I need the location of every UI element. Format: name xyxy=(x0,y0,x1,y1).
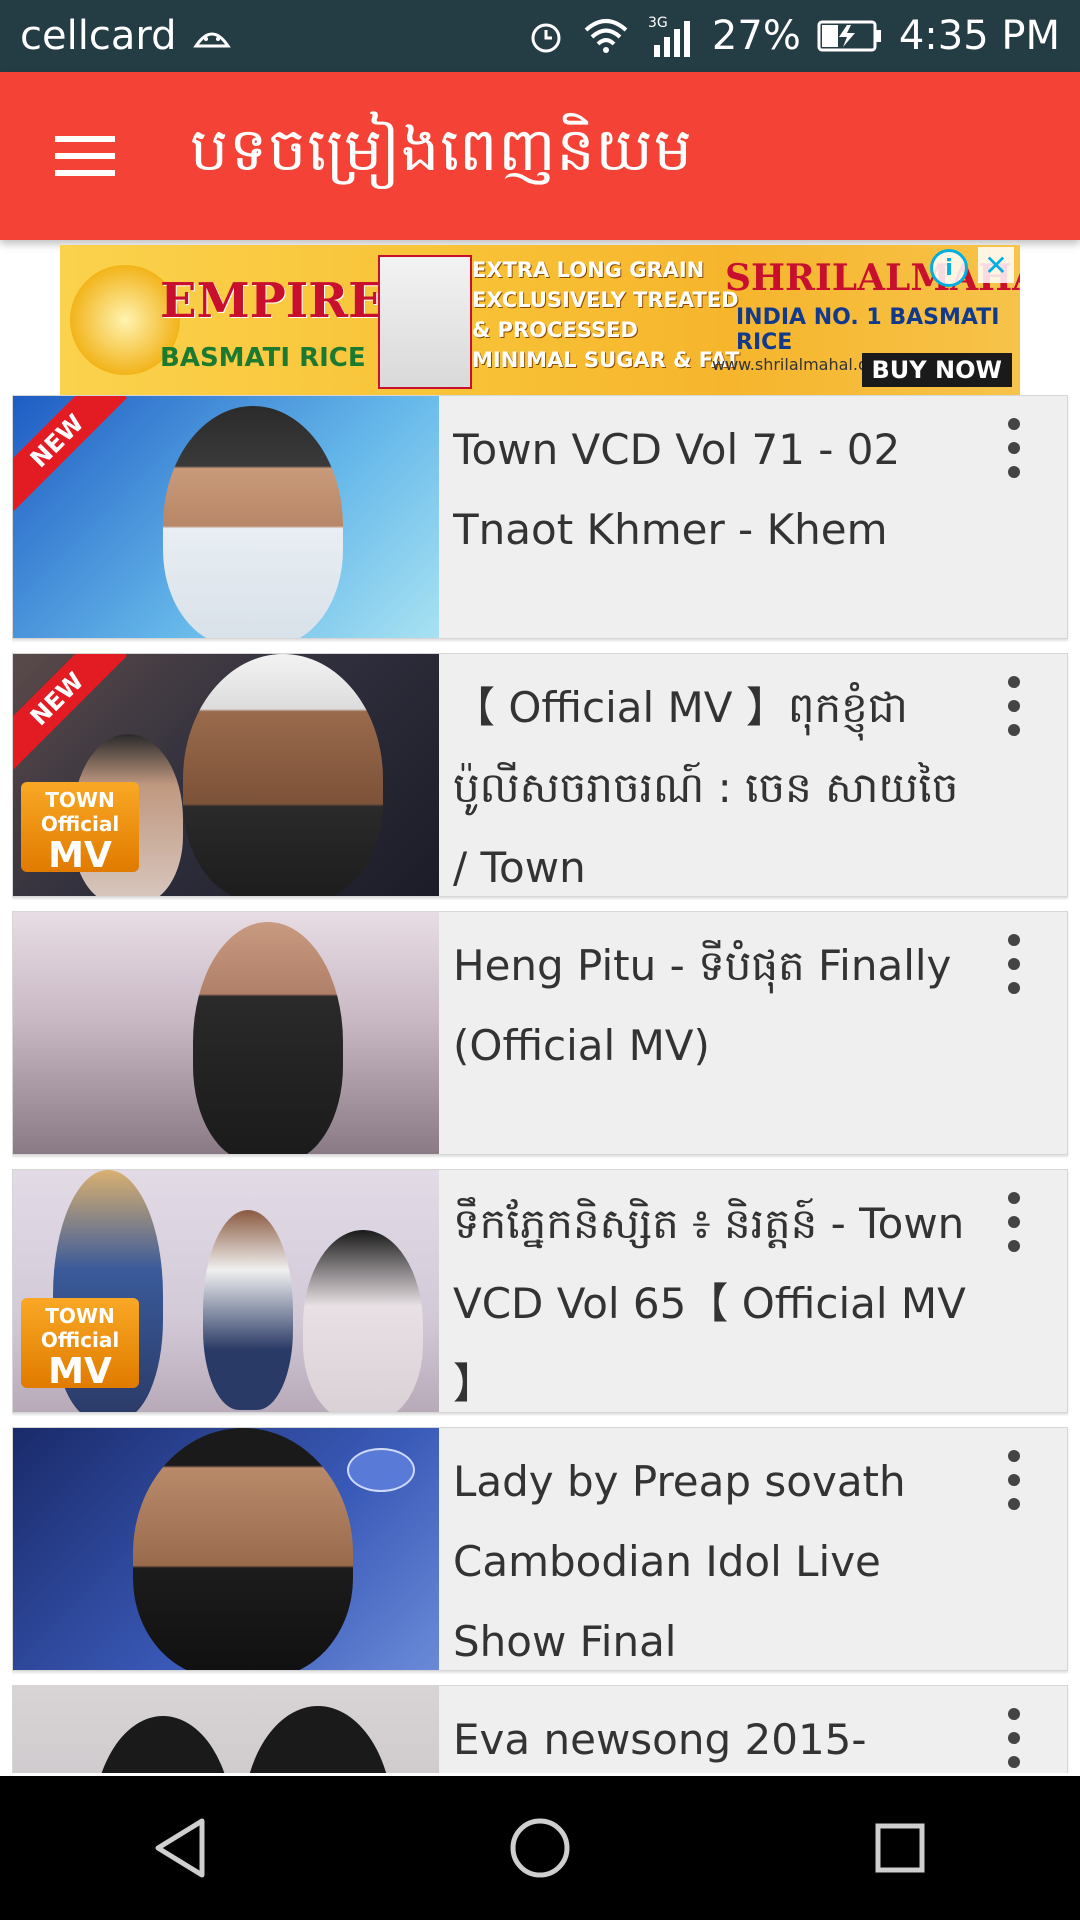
mv-badge-mid: Official xyxy=(40,1328,120,1352)
cambodian-idol-logo xyxy=(347,1448,415,1492)
back-triangle-icon xyxy=(155,1818,205,1878)
actor-figure xyxy=(303,1230,423,1412)
actor-figure xyxy=(203,1210,293,1410)
app-bar: បទចម្រៀងពេញនិយម xyxy=(0,72,1080,240)
battery-percent: 27% xyxy=(711,13,801,59)
home-button[interactable] xyxy=(480,1788,600,1908)
singer-figure xyxy=(193,922,343,1154)
town-mv-badge: TOWN Official MV xyxy=(21,1298,139,1392)
alarm-icon xyxy=(526,16,566,56)
ad-brand-right: SHRILALMAHAL xyxy=(725,257,1020,299)
video-item[interactable]: Heng Pitu - ទីបំផុត Finally (Official MV… xyxy=(12,911,1068,1155)
ad-close-icon[interactable]: ✕ xyxy=(978,247,1014,283)
ad-point: MINIMAL SUGAR & FAT xyxy=(472,348,740,372)
singer-figure xyxy=(163,406,343,638)
video-item[interactable]: Eva newsong 2015- xyxy=(12,1685,1068,1773)
system-nav-bar xyxy=(0,1776,1080,1920)
video-thumbnail[interactable] xyxy=(13,1428,439,1670)
more-options-icon[interactable] xyxy=(999,934,1029,994)
wifi-icon xyxy=(582,16,630,56)
more-options-icon[interactable] xyxy=(999,1450,1029,1510)
video-title[interactable]: Lady by Preap sovath Cambodian Idol Live… xyxy=(453,1442,983,1682)
status-bar: cellcard 3G 27% 4:35 PM xyxy=(0,0,1080,72)
more-options-icon[interactable] xyxy=(999,1708,1029,1768)
actor-figure xyxy=(183,654,383,896)
video-title[interactable]: Heng Pitu - ទីបំផុត Finally (Official MV… xyxy=(453,926,983,1086)
home-circle-icon xyxy=(510,1818,570,1878)
battery-charging-icon xyxy=(817,19,883,53)
video-item[interactable]: NEW Town VCD Vol 71 - 02 Tnaot Khmer - K… xyxy=(12,395,1068,639)
back-button[interactable] xyxy=(120,1788,240,1908)
more-options-icon[interactable] xyxy=(999,1192,1029,1252)
mv-badge-big: MV xyxy=(48,835,112,876)
town-mv-badge: TOWN Official MV xyxy=(21,782,139,876)
ad-brand-left-sub: BASMATI RICE xyxy=(160,343,366,373)
clock: 4:35 PM xyxy=(898,13,1060,59)
actor-figure xyxy=(93,1716,233,1773)
video-title[interactable]: Eva newsong 2015- xyxy=(453,1700,983,1773)
video-title[interactable]: 【 Official MV 】ពុកខ្ញុំជាប៉ូលីសចរាចរណ៍ :… xyxy=(453,668,983,908)
recents-button[interactable] xyxy=(840,1788,960,1908)
mv-badge-mid: Official xyxy=(40,812,120,836)
singer-figure xyxy=(133,1428,353,1670)
signal-3g-icon: 3G xyxy=(646,13,696,59)
more-options-icon[interactable] xyxy=(999,676,1029,736)
ad-url: www.shrilalmahal.org xyxy=(712,355,885,374)
status-left: cellcard xyxy=(20,13,232,59)
video-thumbnail[interactable]: TOWN Official MV xyxy=(13,1170,439,1412)
video-thumbnail[interactable]: NEW TOWN Official MV xyxy=(13,654,439,896)
video-item[interactable]: TOWN Official MV ទឹកភ្នែកនិស្សិត ៖ និរត្… xyxy=(12,1169,1068,1413)
ad-point: EXTRA LONG GRAIN xyxy=(472,258,705,282)
video-thumbnail[interactable]: NEW xyxy=(13,396,439,638)
hamburger-menu-icon xyxy=(55,136,115,176)
mv-badge-top: TOWN xyxy=(45,788,115,812)
ad-point: EXCLUSIVELY TREATED & PROCESSED xyxy=(472,288,739,342)
actor-figure xyxy=(243,1706,393,1773)
ad-points: EXTRA LONG GRAIN EXCLUSIVELY TREATED & P… xyxy=(472,255,742,375)
video-title[interactable]: ទឹកភ្នែកនិស្សិត ៖ និរត្តន៍ - Town VCD Vo… xyxy=(453,1184,983,1424)
network-type: 3G xyxy=(648,15,668,31)
mv-badge-big: MV xyxy=(48,1351,112,1392)
ad-brand-left: EMPIRE xyxy=(160,273,385,329)
ad-info-icon[interactable]: i xyxy=(930,249,968,287)
carrier-name: cellcard xyxy=(20,13,177,59)
status-right: 3G 27% 4:35 PM xyxy=(526,13,1060,59)
android-debug-icon xyxy=(192,22,232,50)
recents-square-icon xyxy=(875,1823,925,1873)
more-options-icon[interactable] xyxy=(999,418,1029,478)
ad-banner[interactable]: EMPIRE BASMATI RICE EXTRA LONG GRAIN EXC… xyxy=(60,245,1020,395)
mv-badge-top: TOWN xyxy=(45,1304,115,1328)
new-badge: NEW xyxy=(13,396,128,512)
page-title: បទចម្រៀងពេញនិយម xyxy=(190,115,693,185)
video-item[interactable]: NEW TOWN Official MV 【 Official MV 】ពុកខ… xyxy=(12,653,1068,897)
video-list: NEW Town VCD Vol 71 - 02 Tnaot Khmer - K… xyxy=(12,395,1070,1773)
rice-pack-image xyxy=(378,255,472,389)
video-thumbnail[interactable] xyxy=(13,1686,439,1773)
ad-buy-now-button[interactable]: BUY NOW xyxy=(861,353,1012,387)
video-title[interactable]: Town VCD Vol 71 - 02 Tnaot Khmer - Khem xyxy=(453,410,983,570)
ad-tagline: INDIA NO. 1 BASMATI RICE xyxy=(736,305,1000,355)
menu-button[interactable] xyxy=(40,111,130,201)
video-thumbnail[interactable] xyxy=(13,912,439,1154)
video-item[interactable]: Lady by Preap sovath Cambodian Idol Live… xyxy=(12,1427,1068,1671)
